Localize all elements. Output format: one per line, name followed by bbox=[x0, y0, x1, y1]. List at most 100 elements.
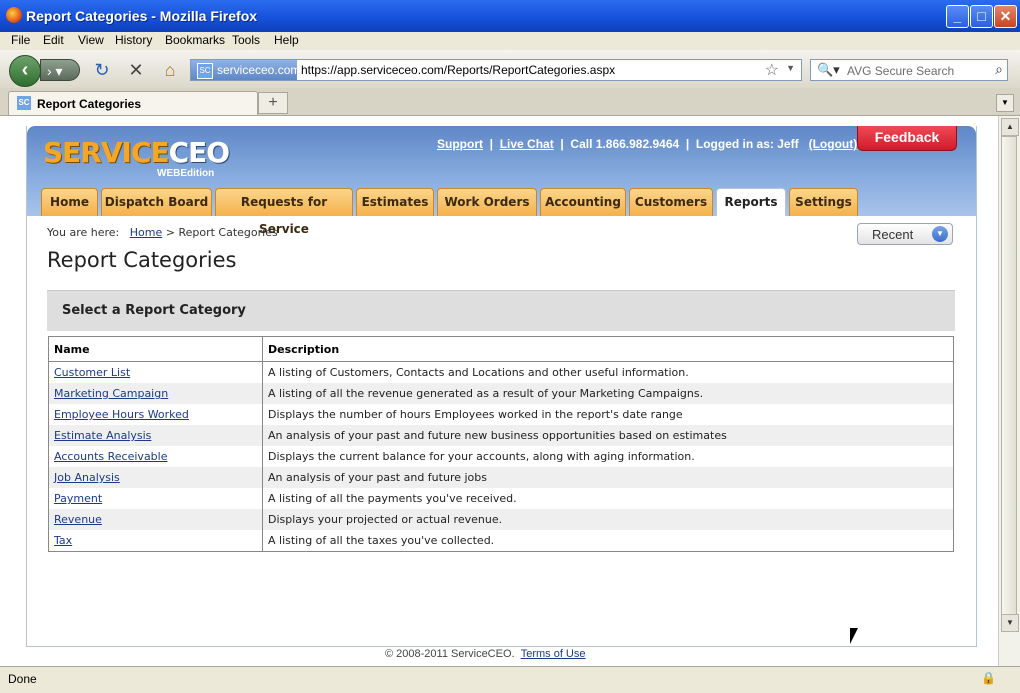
bookmark-star-icon[interactable]: ☆ bbox=[765, 60, 779, 80]
navigation-toolbar: › ▾ ‹ ↻ ✕ ⌂ SC serviceceo.com https://ap… bbox=[0, 50, 1020, 89]
reload-icon[interactable]: ↻ bbox=[92, 60, 112, 80]
scroll-up-icon[interactable]: ▲ bbox=[1001, 118, 1019, 136]
table-cell-description: Displays the number of hours Employees w… bbox=[268, 408, 683, 421]
call-number: Call 1.866.982.9464 bbox=[570, 137, 680, 151]
table-cell-name: Accounts Receivable bbox=[48, 446, 263, 467]
feedback-button[interactable]: Feedback bbox=[857, 126, 957, 151]
menu-history[interactable]: History bbox=[115, 33, 152, 47]
table-cell-name: Payment bbox=[48, 488, 263, 509]
menu-help[interactable]: Help bbox=[274, 33, 299, 47]
stop-icon[interactable]: ✕ bbox=[126, 60, 146, 80]
maximize-button[interactable]: □ bbox=[970, 5, 993, 28]
window-titlebar: Report Categories - Mozilla Firefox _ □ … bbox=[0, 0, 1020, 32]
breadcrumb-current: > Report Categories bbox=[165, 226, 278, 239]
table-row: Revenue Displays your projected or actua… bbox=[48, 509, 954, 530]
chevron-down-icon: ▼ bbox=[932, 226, 948, 242]
menu-view[interactable]: View bbox=[78, 33, 104, 47]
menu-edit[interactable]: Edit bbox=[43, 33, 64, 47]
breadcrumb-prefix: You are here: bbox=[47, 226, 120, 239]
report-link-customer-list[interactable]: Customer List bbox=[54, 366, 130, 379]
site-identity-label: serviceceo.com bbox=[217, 63, 301, 77]
site-identity-button[interactable]: SC serviceceo.com bbox=[191, 60, 301, 80]
tab-report-categories[interactable]: SC Report Categories bbox=[8, 91, 258, 115]
report-categories-table: Name Description Customer List A listing… bbox=[48, 336, 954, 552]
page-title: Report Categories bbox=[47, 248, 237, 272]
app-page: SERVICECEO WEBEdition Support | Live Cha… bbox=[26, 126, 977, 660]
table-row: Estimate Analysis An analysis of your pa… bbox=[48, 425, 954, 446]
breadcrumb: You are here: Home > Report Categories bbox=[47, 226, 278, 239]
report-link-job-analysis[interactable]: Job Analysis bbox=[54, 471, 120, 484]
table-cell-description: An analysis of your past and future new … bbox=[262, 425, 954, 446]
forward-button[interactable]: › ▾ bbox=[40, 59, 80, 81]
menu-bookmarks[interactable]: Bookmarks bbox=[165, 33, 225, 47]
tab-accounting[interactable]: Accounting bbox=[540, 188, 626, 216]
logo-edition: WEBEdition bbox=[157, 168, 215, 179]
url-bar[interactable]: SC serviceceo.com https://app.serviceceo… bbox=[190, 59, 802, 81]
tab-bar: SC Report Categories + ▼ bbox=[0, 88, 1020, 116]
tab-home[interactable]: Home bbox=[41, 188, 98, 216]
site-favicon-icon: SC bbox=[197, 63, 213, 79]
vertical-scrollbar[interactable]: ▲ ▼ bbox=[998, 116, 1020, 666]
home-icon[interactable]: ⌂ bbox=[160, 60, 180, 80]
report-link-tax[interactable]: Tax bbox=[54, 534, 72, 547]
serviceceo-logo[interactable]: SERVICECEO bbox=[43, 136, 230, 169]
lock-icon[interactable]: 🔒 bbox=[981, 671, 996, 685]
tab-reports[interactable]: Reports bbox=[716, 188, 786, 216]
table-row: Employee Hours Worked Displays the numbe… bbox=[48, 404, 954, 425]
tab-favicon-icon: SC bbox=[17, 96, 31, 110]
table-cell-name: Revenue bbox=[48, 509, 263, 530]
table-row: Customer List A listing of Customers, Co… bbox=[48, 361, 954, 383]
recent-label: Recent bbox=[872, 227, 914, 242]
table-cell-description: A listing of all the revenue generated a… bbox=[262, 383, 954, 404]
live-chat-link[interactable]: Live Chat bbox=[500, 137, 554, 151]
tab-estimates[interactable]: Estimates bbox=[356, 188, 434, 216]
app-header: SERVICECEO WEBEdition Support | Live Cha… bbox=[27, 126, 976, 236]
table-cell-name: Employee Hours Worked bbox=[48, 404, 263, 425]
support-link[interactable]: Support bbox=[437, 137, 483, 151]
tab-settings[interactable]: Settings bbox=[789, 188, 858, 216]
scroll-down-icon[interactable]: ▼ bbox=[1001, 614, 1019, 632]
search-engine-icon[interactable]: 🔍▾ bbox=[817, 62, 840, 78]
logo-ceo-text: CEO bbox=[168, 136, 230, 169]
url-text[interactable]: https://app.serviceceo.com/Reports/Repor… bbox=[301, 63, 615, 77]
breadcrumb-home-link[interactable]: Home bbox=[130, 226, 162, 239]
recent-dropdown[interactable]: Recent ▼ bbox=[857, 223, 953, 245]
section-heading-text: Select a Report Category bbox=[62, 303, 246, 318]
close-window-button[interactable]: ✕ bbox=[994, 5, 1017, 28]
url-dropdown-icon[interactable]: ▼ bbox=[786, 63, 795, 73]
terms-of-use-link[interactable]: Terms of Use bbox=[521, 648, 586, 660]
page-viewport: SERVICECEO WEBEdition Support | Live Cha… bbox=[0, 116, 998, 666]
table-cell-description: An analysis of your past and future jobs bbox=[262, 467, 954, 488]
search-placeholder: AVG Secure Search bbox=[847, 64, 955, 78]
table-cell-description: A listing of all the taxes you've collec… bbox=[268, 534, 495, 547]
section-heading: Select a Report Category bbox=[47, 290, 955, 331]
search-go-icon[interactable]: ⌕ bbox=[995, 61, 1003, 78]
report-link-payment[interactable]: Payment bbox=[54, 492, 102, 505]
menu-file[interactable]: File bbox=[11, 33, 30, 47]
mouse-cursor-icon bbox=[850, 628, 858, 644]
table-row: Job Analysis An analysis of your past an… bbox=[48, 467, 954, 488]
tab-list-button[interactable]: ▼ bbox=[996, 94, 1014, 112]
table-cell-name: Estimate Analysis bbox=[48, 425, 263, 446]
status-text: Done bbox=[8, 672, 37, 686]
new-tab-button[interactable]: + bbox=[258, 92, 288, 114]
logo-service-text: SERVICE bbox=[43, 136, 170, 169]
tab-dispatch-board[interactable]: Dispatch Board bbox=[101, 188, 212, 216]
minimize-button[interactable]: _ bbox=[946, 5, 969, 28]
scrollbar-thumb[interactable] bbox=[1001, 136, 1017, 626]
header-links: Support | Live Chat | Call 1.866.982.946… bbox=[437, 137, 858, 151]
menu-tools[interactable]: Tools bbox=[232, 33, 260, 47]
tab-customers[interactable]: Customers bbox=[629, 188, 713, 216]
report-link-revenue[interactable]: Revenue bbox=[54, 513, 102, 526]
table-cell-description: Displays the current balance for your ac… bbox=[268, 450, 695, 463]
report-link-employee-hours-worked[interactable]: Employee Hours Worked bbox=[54, 408, 189, 421]
logout-link[interactable]: (Logout) bbox=[809, 137, 858, 151]
back-button[interactable]: ‹ bbox=[9, 55, 41, 87]
report-link-estimate-analysis[interactable]: Estimate Analysis bbox=[54, 429, 151, 442]
tab-work-orders[interactable]: Work Orders bbox=[437, 188, 537, 216]
tab-requests-for-service[interactable]: Requests for Service bbox=[215, 188, 353, 236]
report-link-accounts-receivable[interactable]: Accounts Receivable bbox=[54, 450, 168, 463]
search-box[interactable]: 🔍▾ AVG Secure Search ⌕ bbox=[810, 59, 1008, 81]
report-link-marketing-campaign[interactable]: Marketing Campaign bbox=[54, 387, 168, 400]
table-row: Marketing Campaign A listing of all the … bbox=[48, 383, 954, 404]
